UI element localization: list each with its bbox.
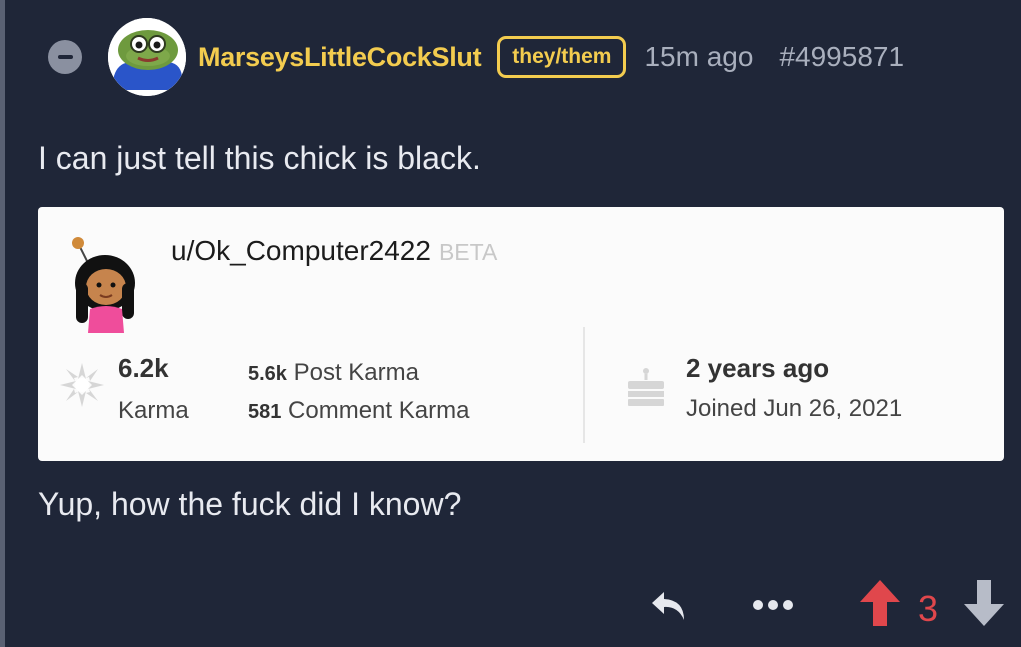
post-karma-row: 5.6k Post Karma: [248, 359, 419, 387]
thread-line[interactable]: [0, 0, 5, 647]
beta-label: BETA: [438, 239, 498, 265]
card-divider: [583, 327, 585, 443]
collapse-icon[interactable]: [48, 40, 82, 74]
embedded-profile-card[interactable]: u/Ok_Computer2422 BETA 6.2k Karma 5.6k Po…: [38, 207, 1004, 461]
comment-body-text-2: Yup, how the fuck did I know?: [38, 486, 462, 522]
comment-karma-label: Comment Karma: [288, 397, 470, 424]
vote-score: 3: [918, 588, 939, 629]
timestamp[interactable]: 15m ago: [644, 41, 753, 73]
frog-avatar-icon: [108, 18, 186, 96]
comment-header: MarseysLittleCockSlut they/them 15m ago …: [48, 18, 904, 96]
comment-karma-row: 581 Comment Karma: [248, 397, 469, 425]
comment-body-text: I can just tell this chick is black.: [38, 140, 481, 176]
post-karma-label: Post Karma: [293, 359, 419, 386]
comment-id-link[interactable]: #4995871: [779, 41, 904, 73]
profile-username[interactable]: u/Ok_Computer2422 BETA: [171, 235, 497, 267]
downvote-arrow-icon[interactable]: [962, 578, 1006, 628]
karma-label: Karma: [118, 397, 189, 424]
profile-username-text[interactable]: u/Ok_Computer2422: [171, 235, 431, 266]
avatar[interactable]: [108, 18, 186, 96]
cake-icon: [628, 368, 664, 406]
more-dots-icon[interactable]: [752, 598, 794, 612]
comment-page: MarseysLittleCockSlut they/them 15m ago …: [0, 0, 1021, 647]
comment-karma-value: 581: [248, 401, 282, 423]
account-age-value: 2 years ago: [686, 353, 830, 383]
profile-avatar-icon: [72, 237, 135, 333]
upvote-arrow-icon[interactable]: [858, 578, 902, 628]
joined-date-label: Joined Jun 26, 2021: [686, 395, 903, 422]
minus-bar: [57, 55, 73, 59]
pronouns-badge: they/them: [497, 36, 627, 78]
karma-star-icon: [60, 363, 104, 407]
username-link[interactable]: MarseysLittleCockSlut: [198, 42, 482, 73]
post-karma-value: 5.6k: [248, 363, 287, 385]
karma-value: 6.2k: [118, 353, 169, 383]
reply-arrow-icon[interactable]: [648, 586, 690, 626]
